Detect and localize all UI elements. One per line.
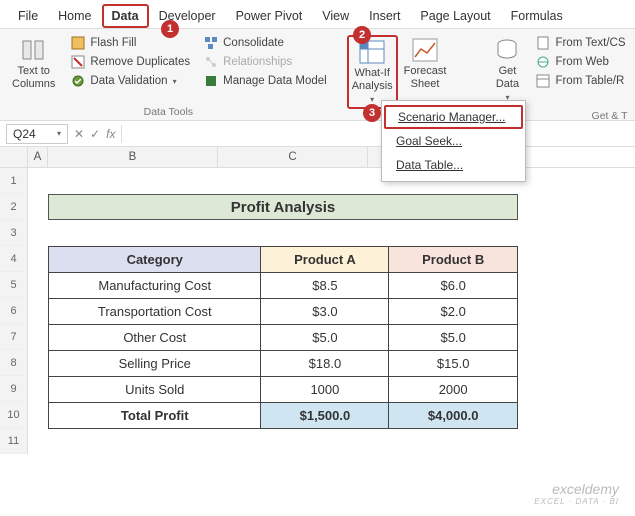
table-row: Selling Price$18.0$15.0 bbox=[49, 351, 518, 377]
col-header-b[interactable]: B bbox=[48, 147, 218, 167]
forecast-sheet-button[interactable]: Forecast Sheet bbox=[400, 35, 451, 93]
hdr-product-b: Product B bbox=[389, 247, 518, 273]
text-csv-icon bbox=[536, 36, 550, 50]
data-val-icon bbox=[71, 74, 85, 88]
hdr-category: Category bbox=[49, 247, 261, 273]
from-table-range-button[interactable]: From Table/R bbox=[534, 73, 627, 89]
tab-insert[interactable]: Insert bbox=[359, 4, 410, 28]
table-row: Other Cost$5.0$5.0 bbox=[49, 325, 518, 351]
forecast-icon bbox=[411, 37, 439, 63]
enter-icon[interactable]: ✓ bbox=[90, 127, 100, 141]
group-data-tools: Data Tools bbox=[144, 103, 193, 118]
column-headers: A B C D bbox=[0, 147, 635, 168]
data-model-icon bbox=[204, 74, 218, 88]
fx-icon[interactable]: fx bbox=[106, 127, 115, 141]
text-to-columns-icon bbox=[21, 37, 47, 63]
data-table-item[interactable]: Data Table... bbox=[382, 153, 525, 177]
scenario-manager-item[interactable]: Scenario Manager... bbox=[384, 105, 523, 129]
cancel-icon[interactable]: ✕ bbox=[74, 127, 84, 141]
data-validation-button[interactable]: Data Validation▾ bbox=[69, 73, 192, 89]
table-row: Units Sold10002000 bbox=[49, 377, 518, 403]
col-header-c[interactable]: C bbox=[218, 147, 368, 167]
name-box[interactable]: Q24▾ bbox=[6, 124, 68, 144]
row-header[interactable]: 5 bbox=[0, 272, 28, 298]
hdr-product-a: Product A bbox=[261, 247, 389, 273]
tab-developer[interactable]: Developer bbox=[149, 4, 226, 28]
row-header[interactable]: 8 bbox=[0, 350, 28, 376]
row-header[interactable]: 1 bbox=[0, 168, 28, 194]
sheet-title: Profit Analysis bbox=[48, 194, 518, 220]
remove-duplicates-button[interactable]: Remove Duplicates bbox=[69, 54, 192, 70]
fx-controls: ✕ ✓ fx bbox=[74, 127, 115, 141]
relationships-button[interactable]: Relationships bbox=[202, 54, 329, 70]
row-header[interactable]: 2 bbox=[0, 194, 28, 220]
cell-grid[interactable]: Profit Analysis CategoryProduct AProduct… bbox=[28, 168, 528, 454]
tab-view[interactable]: View bbox=[312, 4, 359, 28]
what-if-analysis-button[interactable]: What-If Analysis▾ bbox=[347, 35, 398, 109]
get-data-icon bbox=[494, 37, 520, 63]
text-to-columns-button[interactable]: Text to Columns bbox=[8, 35, 59, 93]
ribbon: Text to Columns Flash Fill Remove Duplic… bbox=[0, 29, 635, 121]
row-header[interactable]: 3 bbox=[0, 220, 28, 246]
callout-3: 3 bbox=[363, 104, 381, 122]
flash-fill-icon bbox=[71, 36, 85, 50]
watermark: exceldemy EXCEL · DATA · BI bbox=[534, 481, 619, 506]
from-web-button[interactable]: From Web bbox=[534, 54, 627, 70]
tab-pagelayout[interactable]: Page Layout bbox=[410, 4, 500, 28]
web-icon bbox=[536, 55, 550, 69]
row-header[interactable]: 11 bbox=[0, 428, 28, 454]
manage-data-model-button[interactable]: Manage Data Model bbox=[202, 73, 329, 89]
whatif-dropdown: Scenario Manager... Goal Seek... Data Ta… bbox=[381, 100, 526, 182]
tab-formulas[interactable]: Formulas bbox=[501, 4, 573, 28]
flash-fill-button[interactable]: Flash Fill bbox=[69, 35, 192, 51]
tab-powerpivot[interactable]: Power Pivot bbox=[226, 4, 313, 28]
group-get-transform: Get & T bbox=[592, 107, 628, 122]
get-data-button[interactable]: Get Data▾ bbox=[490, 35, 524, 105]
from-text-csv-button[interactable]: From Text/CS bbox=[534, 35, 627, 51]
col-header-a[interactable]: A bbox=[28, 147, 48, 167]
table-row: Transportation Cost$3.0$2.0 bbox=[49, 299, 518, 325]
row-header[interactable]: 10 bbox=[0, 402, 28, 428]
relationships-icon bbox=[204, 55, 218, 69]
table-range-icon bbox=[536, 74, 550, 88]
formula-bar: Q24▾ ✕ ✓ fx bbox=[0, 121, 635, 147]
row-header[interactable]: 4 bbox=[0, 246, 28, 272]
row-header[interactable]: 7 bbox=[0, 324, 28, 350]
row-header[interactable]: 9 bbox=[0, 376, 28, 402]
select-all-corner[interactable] bbox=[0, 147, 28, 167]
ribbon-tabs: File Home Data Developer Power Pivot Vie… bbox=[0, 0, 635, 29]
callout-2: 2 bbox=[353, 26, 371, 44]
remove-dup-icon bbox=[71, 55, 85, 69]
consolidate-button[interactable]: Consolidate bbox=[202, 35, 329, 51]
row-headers: 1 2 3 4 5 6 7 8 9 10 11 bbox=[0, 168, 28, 454]
goal-seek-item[interactable]: Goal Seek... bbox=[382, 129, 525, 153]
data-table: CategoryProduct AProduct B Manufacturing… bbox=[48, 246, 518, 429]
consolidate-icon bbox=[204, 36, 218, 50]
tab-data[interactable]: Data bbox=[102, 4, 149, 28]
table-row: Manufacturing Cost$8.5$6.0 bbox=[49, 273, 518, 299]
row-header[interactable]: 6 bbox=[0, 298, 28, 324]
total-row: Total Profit$1,500.0$4,000.0 bbox=[49, 403, 518, 429]
tab-home[interactable]: Home bbox=[48, 4, 101, 28]
callout-1: 1 bbox=[161, 20, 179, 38]
tab-file[interactable]: File bbox=[8, 4, 48, 28]
